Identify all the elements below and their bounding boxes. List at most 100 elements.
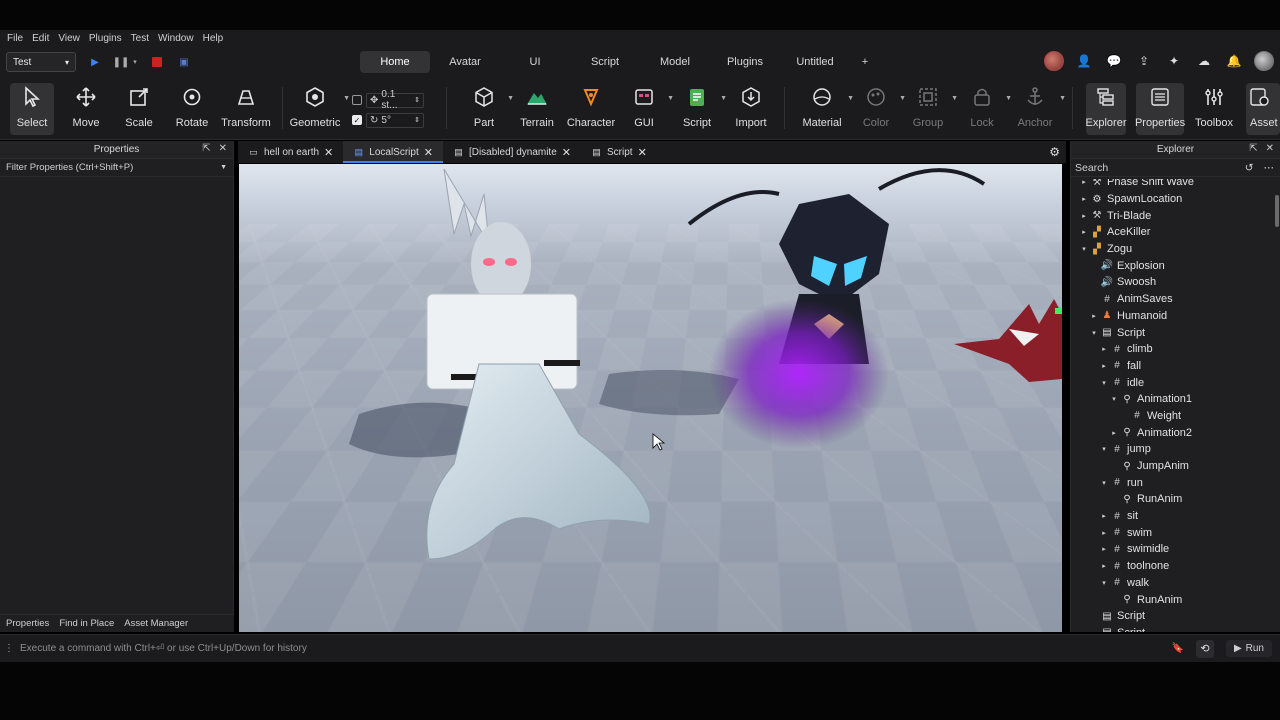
explorer-scrollbar[interactable] (1275, 195, 1279, 227)
chevron-down-icon[interactable]: ▼ (507, 95, 514, 102)
tab-script[interactable]: Script (570, 51, 640, 73)
close-icon[interactable]: ✕ (324, 146, 333, 159)
doc-tab-localscript[interactable]: ▤ LocalScript ✕ (343, 141, 443, 163)
chevron-down-icon[interactable]: ▼ (1005, 95, 1012, 102)
chevron-down-icon[interactable]: ▼ (667, 95, 674, 102)
material-tool[interactable]: Material ▼ (800, 83, 854, 135)
expand-arrow-icon[interactable]: ▸ (1099, 345, 1109, 353)
tab-model[interactable]: Model (640, 51, 710, 73)
history-icon[interactable]: ↺ (1245, 162, 1254, 174)
explorer-node[interactable]: ▸ # sit (1071, 508, 1275, 525)
explorer-node[interactable]: # AnimSaves (1071, 291, 1275, 308)
move-snap-checkbox[interactable] (352, 95, 362, 105)
expand-arrow-icon[interactable]: ▸ (1109, 429, 1119, 437)
character-tool[interactable]: Character (566, 83, 616, 135)
group-tool[interactable]: Group ▼ (908, 83, 958, 135)
doc-tab-hell-on-earth[interactable]: ▭ hell on earth ✕ (238, 141, 343, 163)
undock-icon[interactable]: ⇱ (202, 143, 210, 154)
explorer-node[interactable]: ▤ Script (1071, 625, 1275, 632)
lock-tool[interactable]: Lock ▼ (962, 83, 1012, 135)
explorer-node[interactable]: ▾ ▞ Zogu (1071, 241, 1275, 258)
collapse-arrow-icon[interactable]: ▾ (1099, 445, 1109, 453)
move-tool[interactable]: Move (66, 83, 106, 135)
explorer-node[interactable]: ▸ # swimidle (1071, 541, 1275, 558)
profile-avatar[interactable] (1254, 51, 1274, 71)
tab-home[interactable]: Home (360, 51, 430, 73)
explorer-node[interactable]: ▸ # swim (1071, 524, 1275, 541)
chevron-down-icon[interactable]: ▼ (343, 95, 350, 102)
select-tool[interactable]: Select (10, 83, 54, 135)
notification-bell-icon[interactable]: 🔔 (1224, 51, 1244, 71)
close-icon[interactable]: ✕ (638, 146, 647, 159)
rotate-snap-input[interactable]: ↻ 5° ⇕ (366, 112, 424, 128)
chevron-down-icon[interactable]: ▼ (951, 95, 958, 102)
expand-arrow-icon[interactable]: ▸ (1099, 529, 1109, 537)
chevron-down-icon[interactable]: ▼ (220, 164, 227, 171)
explorer-node[interactable]: ⚲ RunAnim (1071, 491, 1275, 508)
expand-arrow-icon[interactable]: ▸ (1079, 228, 1089, 236)
explorer-node[interactable]: ▸ ▞ AceKiller (1071, 224, 1275, 241)
place-selector[interactable]: Test ▾ (6, 52, 76, 72)
play-icon[interactable]: ▶ (88, 55, 102, 69)
geometric-tool[interactable]: Geometric ▼ (290, 83, 350, 135)
bookmark-icon[interactable]: 🔖 (1171, 643, 1183, 654)
rotate-tool[interactable]: Rotate (172, 83, 212, 135)
terrain-tool[interactable]: Terrain (517, 83, 557, 135)
tab-untitled[interactable]: Untitled (780, 51, 850, 73)
menu-edit[interactable]: Edit (29, 33, 55, 44)
explorer-node[interactable]: ⚲ JumpAnim (1071, 458, 1275, 475)
explorer-node[interactable]: # Weight (1071, 408, 1275, 425)
explorer-tool[interactable]: Explorer (1086, 83, 1126, 135)
explorer-node[interactable]: ▸ ⚒ Tri-Blade (1071, 207, 1275, 224)
asset-tool[interactable]: Asset (1246, 83, 1280, 135)
close-icon[interactable]: ✕ (219, 143, 227, 154)
explorer-node[interactable]: ▾ ⚲ Animation1 (1071, 391, 1275, 408)
scale-tool[interactable]: Scale (119, 83, 159, 135)
rotate-snap-checkbox[interactable]: ✓ (352, 115, 362, 125)
3d-viewport[interactable] (239, 164, 1062, 632)
tab-plugins[interactable]: Plugins (710, 51, 780, 73)
collaborate-icon[interactable]: ✦ (1164, 51, 1184, 71)
menu-help[interactable]: Help (200, 33, 230, 44)
expand-arrow-icon[interactable]: ▸ (1079, 195, 1089, 203)
chevron-down-icon[interactable]: ▼ (1059, 95, 1066, 102)
expand-arrow-icon[interactable]: ▸ (1099, 545, 1109, 553)
explorer-node[interactable]: ▸ ⚙ SpawnLocation (1071, 191, 1275, 208)
explorer-node[interactable]: ▾ # walk (1071, 575, 1275, 592)
gear-icon[interactable]: ⚙ (1049, 145, 1060, 159)
pause-icon[interactable]: ❚❚ (113, 55, 130, 69)
tab-asset-manager[interactable]: Asset Manager (124, 618, 188, 629)
collapse-arrow-icon[interactable]: ▾ (1089, 329, 1099, 337)
share-icon[interactable]: ⇪ (1134, 51, 1154, 71)
explorer-node[interactable]: ▸ # fall (1071, 358, 1275, 375)
part-tool[interactable]: Part ▼ (464, 83, 514, 135)
tab-properties[interactable]: Properties (6, 618, 49, 629)
collapse-arrow-icon[interactable]: ▾ (1109, 395, 1119, 403)
close-icon[interactable]: ✕ (562, 146, 571, 159)
collapse-arrow-icon[interactable]: ▾ (1099, 579, 1109, 587)
chat-icon[interactable]: 💬 (1104, 51, 1124, 71)
expand-arrow-icon[interactable]: ▸ (1079, 212, 1089, 220)
collapse-arrow-icon[interactable]: ▾ (1099, 379, 1109, 387)
close-icon[interactable]: ✕ (424, 146, 433, 159)
tab-ui[interactable]: UI (500, 51, 570, 73)
transform-tool[interactable]: Transform (220, 83, 272, 135)
run-button[interactable]: ▶ Run (1225, 640, 1272, 657)
import-tool[interactable]: Import (731, 83, 771, 135)
expand-arrow-icon[interactable]: ▸ (1099, 562, 1109, 570)
explorer-node[interactable]: ▾ # run (1071, 474, 1275, 491)
explorer-node[interactable]: ▸ ⚲ Animation2 (1071, 424, 1275, 441)
chevron-down-icon[interactable]: ▼ (899, 95, 906, 102)
chevron-down-icon[interactable]: ▼ (847, 95, 854, 102)
close-icon[interactable]: ✕ (1266, 143, 1274, 154)
anchor-tool[interactable]: Anchor ▼ (1014, 83, 1066, 135)
collapse-arrow-icon[interactable]: ▾ (1079, 245, 1089, 253)
toolbox-tool[interactable]: Toolbox (1194, 83, 1234, 135)
gui-tool[interactable]: GUI ▼ (624, 83, 674, 135)
explorer-node[interactable]: 🔊 Explosion (1071, 257, 1275, 274)
expand-arrow-icon[interactable]: ▸ (1079, 179, 1089, 186)
menu-window[interactable]: Window (155, 33, 200, 44)
color-tool[interactable]: Color ▼ (856, 83, 906, 135)
collapse-arrow-icon[interactable]: ▾ (1099, 479, 1109, 487)
cloud-icon[interactable]: ☁ (1194, 51, 1214, 71)
